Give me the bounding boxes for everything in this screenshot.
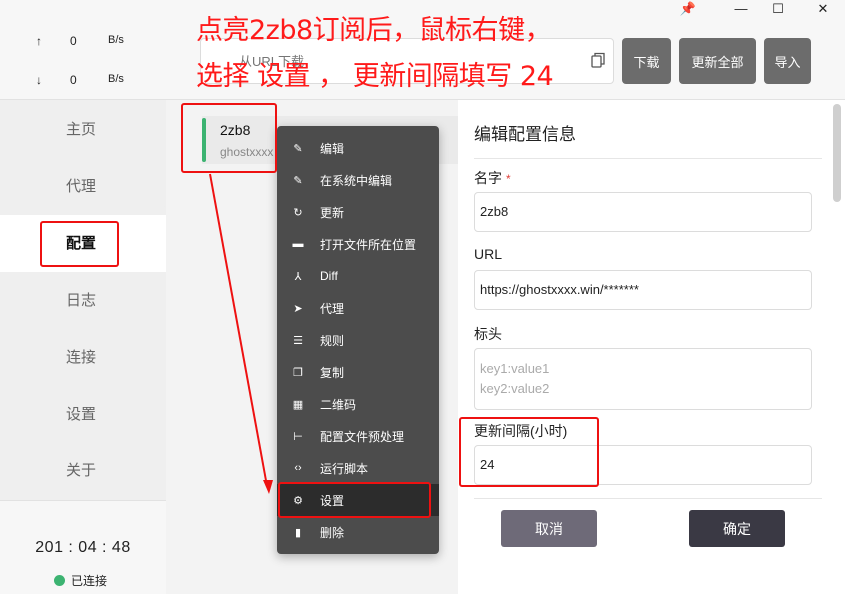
sidebar-item-home[interactable]: 主页	[0, 112, 166, 148]
menu-item-label: 复制	[320, 365, 345, 380]
uptime-timer: 201 : 04 : 48	[35, 539, 131, 556]
sidebar-item-about[interactable]: 关于	[0, 453, 166, 489]
copy-icon: ❐	[293, 366, 303, 379]
sidebar-item-connections[interactable]: 连接	[0, 340, 166, 376]
scrollbar-thumb[interactable]	[833, 104, 841, 202]
highlight-settings-item	[278, 482, 431, 518]
import-button[interactable]: 导入	[764, 38, 811, 84]
refresh-icon: ↻	[293, 206, 303, 219]
menu-item-diff[interactable]: ⅄ Diff	[277, 260, 439, 292]
menu-item-label: 配置文件预处理	[320, 429, 405, 444]
upload-arrow-icon: ↑	[36, 34, 42, 48]
diff-icon: ⅄	[294, 270, 302, 283]
sidebar-item-proxy[interactable]: 代理	[0, 169, 166, 205]
upload-unit: B/s	[108, 34, 124, 46]
highlight-interval	[459, 417, 599, 487]
upload-value: 0	[70, 34, 77, 48]
rules-icon: ☰	[293, 334, 303, 347]
menu-item-pencil[interactable]: ✎ 编辑	[277, 132, 439, 164]
upload-speed: ↑ 0 B/s	[0, 34, 166, 54]
trash-icon: ▮	[294, 526, 302, 539]
menu-item-label: 删除	[320, 525, 345, 540]
menu-item-label: 编辑	[320, 141, 345, 156]
headers-placeholder-line: key1:value1	[480, 361, 550, 376]
update-all-button[interactable]: 更新全部	[679, 38, 756, 84]
maximize-icon[interactable]: ☐	[763, 0, 793, 18]
required-mark: *	[506, 172, 511, 186]
status-dot-icon	[54, 575, 65, 586]
sidebar-item-settings[interactable]: 设置	[0, 397, 166, 433]
pencil-icon: ✎	[293, 142, 303, 155]
headers-label: 标头	[474, 326, 502, 342]
nav-group-top: 主页 代理	[0, 100, 166, 215]
name-field[interactable]: 2zb8	[474, 192, 812, 232]
menu-item-label: 在系统中编辑	[320, 173, 393, 188]
connection-label: 已连接	[71, 574, 108, 588]
confirm-button[interactable]: 确定	[689, 510, 785, 547]
code-icon: ‹›	[294, 462, 302, 474]
annotation-line-2: 选择 设置 ， 更新间隔填写 24	[196, 61, 554, 92]
menu-item-qrcode[interactable]: ▦ 二维码	[277, 388, 439, 420]
paste-icon[interactable]	[591, 52, 605, 68]
panel-title: 编辑配置信息	[474, 125, 576, 144]
download-value: 0	[70, 73, 77, 87]
headers-field[interactable]: key1:value1 key2:value2	[474, 348, 812, 410]
menu-item-label: 更新	[320, 205, 345, 220]
download-unit: B/s	[108, 73, 124, 85]
pencil-icon: ✎	[293, 174, 303, 187]
divider	[474, 498, 822, 499]
traffic-panel: ↑ 0 B/s ↓ 0 B/s	[0, 0, 166, 100]
download-button[interactable]: 下载	[622, 38, 671, 84]
close-icon[interactable]: ✕	[808, 0, 838, 18]
tree-icon: ⊢	[293, 430, 303, 443]
download-speed: ↓ 0 B/s	[0, 73, 166, 93]
menu-item-label: 打开文件所在位置	[320, 237, 417, 252]
url-label: URL	[474, 246, 503, 262]
sidebar: ↑ 0 B/s ↓ 0 B/s 主页 代理 配置 日志 连接 设置 关于 201…	[0, 0, 166, 594]
menu-item-refresh[interactable]: ↻ 更新	[277, 196, 439, 228]
qrcode-icon: ▦	[292, 398, 304, 411]
menu-item-trash[interactable]: ▮ 删除	[277, 516, 439, 548]
download-arrow-icon: ↓	[36, 73, 42, 87]
menu-item-label: Diff	[320, 269, 338, 283]
connection-status: 已连接	[54, 572, 107, 589]
menu-item-send[interactable]: ➤ 代理	[277, 292, 439, 324]
edit-profile-panel: 编辑配置信息 名字 * 2zb8 URL https://ghostxxxx.wi…	[458, 100, 845, 594]
menu-item-label: 运行脚本	[320, 461, 369, 476]
highlight-profile	[181, 103, 277, 173]
menu-item-pencil[interactable]: ✎ 在系统中编辑	[277, 164, 439, 196]
status-panel: 201 : 04 : 48 已连接	[0, 500, 166, 594]
folder-icon: ▬	[292, 238, 304, 250]
menu-item-label: 代理	[320, 301, 345, 316]
url-field[interactable]: https://ghostxxxx.win/*******	[474, 270, 812, 310]
minimize-icon[interactable]: —	[726, 0, 756, 18]
menu-item-label: 二维码	[320, 397, 357, 412]
highlight-profiles-nav	[40, 221, 119, 267]
menu-item-folder[interactable]: ▬ 打开文件所在位置	[277, 228, 439, 260]
menu-item-tree[interactable]: ⊢ 配置文件预处理	[277, 420, 439, 452]
name-label: 名字 *	[474, 168, 511, 188]
name-label-text: 名字	[474, 170, 502, 186]
divider	[474, 158, 822, 159]
menu-item-code[interactable]: ‹› 运行脚本	[277, 452, 439, 484]
nav-group-bottom: 日志 连接 设置 关于	[0, 272, 166, 500]
headers-placeholder-line: key2:value2	[480, 381, 550, 396]
annotation-line-1: 点亮2zb8订阅后，鼠标右键，	[196, 15, 552, 46]
menu-item-rules[interactable]: ☰ 规则	[277, 324, 439, 356]
pin-icon[interactable]: 📌	[673, 0, 703, 18]
menu-item-label: 规则	[320, 333, 345, 348]
cancel-button[interactable]: 取消	[501, 510, 597, 547]
menu-item-copy[interactable]: ❐ 复制	[277, 356, 439, 388]
send-icon: ➤	[293, 302, 303, 315]
sidebar-item-logs[interactable]: 日志	[0, 283, 166, 319]
